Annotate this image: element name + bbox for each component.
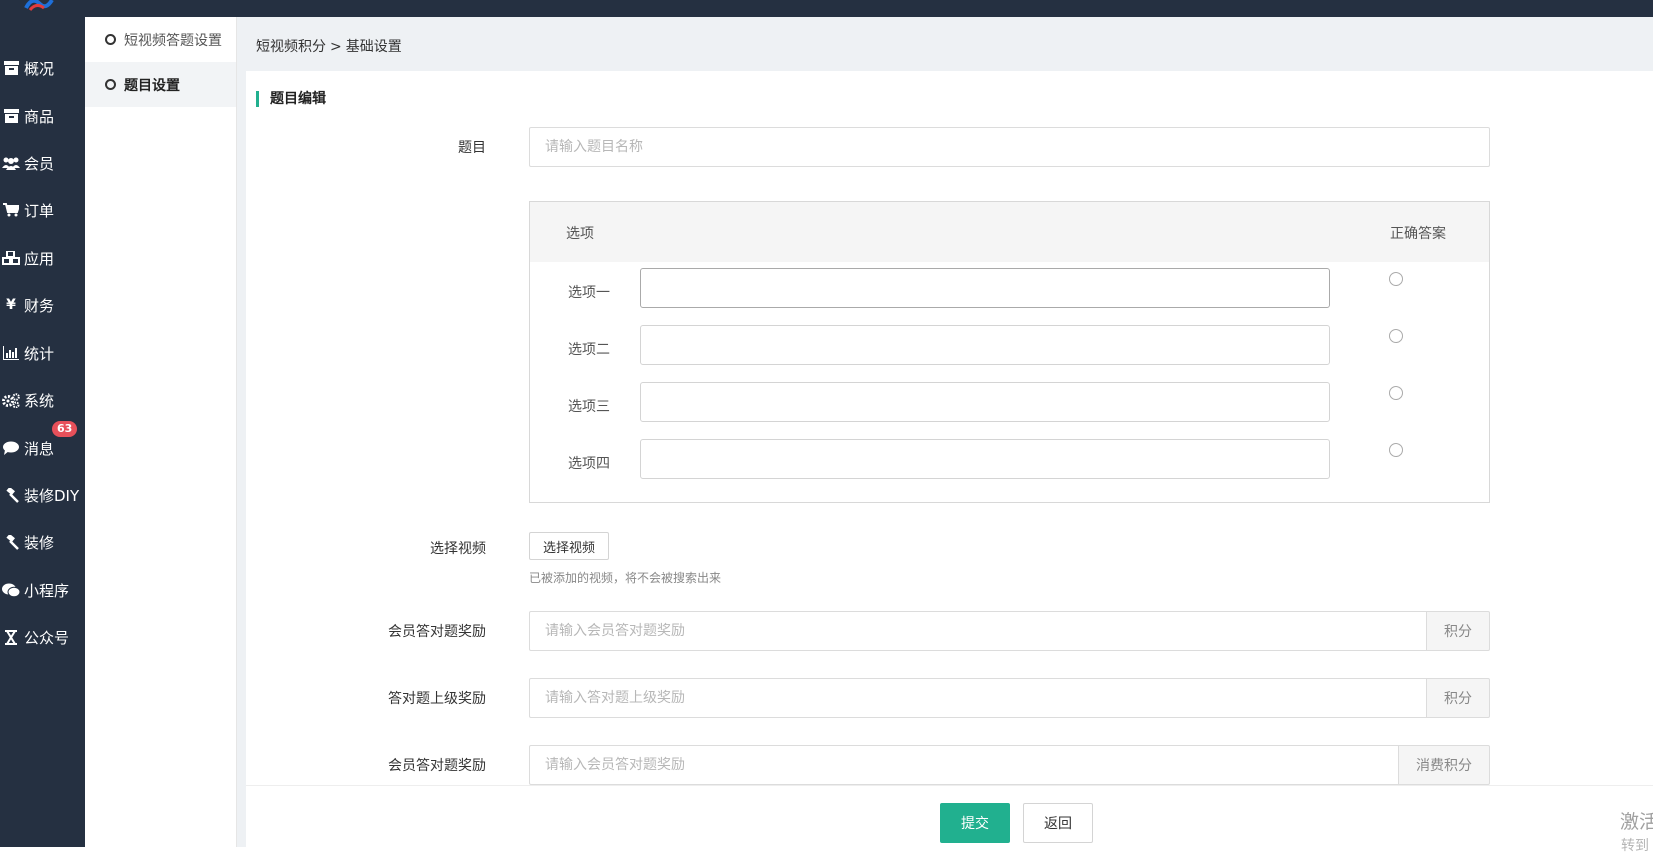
option-label: 选项三: [568, 399, 610, 415]
video-label: 选择视频: [430, 541, 486, 557]
bar-chart-icon: [1, 345, 21, 361]
options-table: 选项 正确答案 选项一 选项二 选项三 选项四: [529, 201, 1490, 503]
cubes-icon: [1, 250, 21, 266]
sidebar-item-members[interactable]: 会员: [0, 143, 85, 183]
sidebar-item-system[interactable]: 系统: [0, 380, 85, 420]
member-consume-reward-input[interactable]: [529, 745, 1399, 785]
archive-icon: [1, 60, 21, 76]
activation-watermark-sub: 转到: [1621, 838, 1649, 854]
top-bar: [0, 0, 1653, 17]
gavel-icon: [1, 534, 21, 550]
option-input[interactable]: [640, 382, 1330, 422]
subnav-item-video-quiz-settings[interactable]: 短视频答题设置: [85, 17, 236, 62]
users-icon: [1, 155, 21, 171]
question-label: 题目: [458, 140, 486, 156]
submit-button[interactable]: 提交: [940, 803, 1010, 843]
option-row: 选项三: [530, 376, 1489, 436]
correct-answer-radio[interactable]: [1389, 272, 1403, 286]
consume-points-addon: 消费积分: [1399, 745, 1490, 785]
unread-count-badge: 63: [52, 421, 78, 437]
column-header-correct-answer: 正确答案: [1390, 226, 1446, 242]
option-input[interactable]: [640, 439, 1330, 479]
edit-card: 题目编辑 题目 选项 正确答案 选项一 选项二 选项三 选项四 选择视频 选择视: [246, 71, 1653, 847]
option-label: 选项一: [568, 285, 610, 301]
wechat-icon: [1, 582, 21, 598]
back-button[interactable]: 返回: [1023, 803, 1093, 843]
logo: [24, 0, 54, 11]
question-input[interactable]: [529, 127, 1490, 167]
cart-icon: [1, 202, 21, 218]
parent-reward-label: 答对题上级奖励: [388, 691, 486, 707]
circle-icon: [105, 79, 116, 90]
points-addon: 积分: [1427, 678, 1490, 718]
sidebar-item-label: 系统: [24, 391, 55, 410]
option-input[interactable]: [640, 268, 1330, 308]
option-label: 选项四: [568, 456, 610, 472]
sidebar-item-finance[interactable]: ¥ 财务: [0, 285, 85, 325]
breadcrumb: 短视频积分 > 基础设置: [256, 36, 406, 56]
member-reward-label: 会员答对题奖励: [388, 624, 486, 640]
sidebar-item-label: 装修DIY: [24, 486, 80, 505]
member-consume-reward-label: 会员答对题奖励: [388, 758, 486, 774]
option-row: 选项一: [530, 262, 1489, 322]
member-consume-reward-group: 消费积分: [529, 745, 1490, 785]
box-icon: [1, 108, 21, 124]
subnav-item-question-settings[interactable]: 题目设置: [85, 62, 236, 107]
sidebar-item-overview[interactable]: 概况: [0, 48, 85, 88]
correct-answer-radio[interactable]: [1389, 329, 1403, 343]
breadcrumb-current: 基础设置: [345, 39, 402, 55]
sidebar-item-label: 装修: [24, 533, 55, 552]
sidebar-item-decoration-diy[interactable]: 装修DIY: [0, 475, 85, 515]
main-sidebar: 概况 商品 会员 订单 应用 ¥ 财务 统计 系统 消息 63 装修DIY 装修: [0, 17, 85, 847]
breadcrumb-separator: >: [330, 39, 342, 55]
breadcrumb-parent[interactable]: 短视频积分: [256, 39, 326, 55]
option-row: 选项二: [530, 319, 1489, 379]
circle-icon: [105, 34, 116, 45]
member-reward-group: 积分: [529, 611, 1490, 651]
gears-icon: [1, 392, 21, 408]
sidebar-item-label: 概况: [24, 59, 55, 78]
correct-answer-radio[interactable]: [1389, 386, 1403, 400]
option-row: 选项四: [530, 433, 1489, 493]
sidebar-item-label: 小程序: [24, 581, 70, 600]
sidebar-item-label: 会员: [24, 154, 55, 173]
sidebar-item-label: 财务: [24, 296, 55, 315]
option-input[interactable]: [640, 325, 1330, 365]
form-footer: 提交 返回: [246, 785, 1653, 847]
sidebar-item-label: 消息: [24, 439, 55, 458]
column-header-option: 选项: [566, 226, 594, 242]
points-addon: 积分: [1427, 611, 1490, 651]
hourglass-icon: [1, 629, 21, 645]
correct-answer-radio[interactable]: [1389, 443, 1403, 457]
gavel-icon: [1, 487, 21, 503]
member-reward-input[interactable]: [529, 611, 1427, 651]
sidebar-item-statistics[interactable]: 统计: [0, 333, 85, 373]
sidebar-item-orders[interactable]: 订单: [0, 190, 85, 230]
section-title: 题目编辑: [256, 91, 326, 107]
sidebar-item-official-account[interactable]: 公众号: [0, 617, 85, 657]
sidebar-item-label: 商品: [24, 107, 55, 126]
subnav-item-label: 题目设置: [124, 77, 180, 94]
comment-icon: [1, 440, 21, 456]
parent-reward-input[interactable]: [529, 678, 1427, 718]
yen-icon: ¥: [6, 297, 16, 313]
options-table-header: 选项 正确答案: [530, 202, 1489, 262]
sidebar-item-label: 订单: [24, 201, 55, 220]
sidebar-item-apps[interactable]: 应用: [0, 238, 85, 278]
sidebar-item-label: 统计: [24, 344, 55, 363]
sidebar-item-goods[interactable]: 商品: [0, 96, 85, 136]
activation-watermark: 激活: [1620, 811, 1653, 833]
video-hint: 已被添加的视频，将不会被搜索出来: [529, 571, 722, 585]
select-video-button[interactable]: 选择视频: [529, 532, 609, 560]
sub-navigation: 短视频答题设置 题目设置: [85, 17, 237, 847]
sidebar-item-decoration[interactable]: 装修: [0, 522, 85, 562]
option-label: 选项二: [568, 342, 610, 358]
sidebar-item-messages[interactable]: 消息 63: [0, 421, 85, 468]
sidebar-item-mini-program[interactable]: 小程序: [0, 570, 85, 610]
sidebar-item-label: 公众号: [24, 628, 70, 647]
subnav-item-label: 短视频答题设置: [124, 32, 222, 49]
parent-reward-group: 积分: [529, 678, 1490, 718]
sidebar-item-label: 应用: [24, 249, 55, 268]
